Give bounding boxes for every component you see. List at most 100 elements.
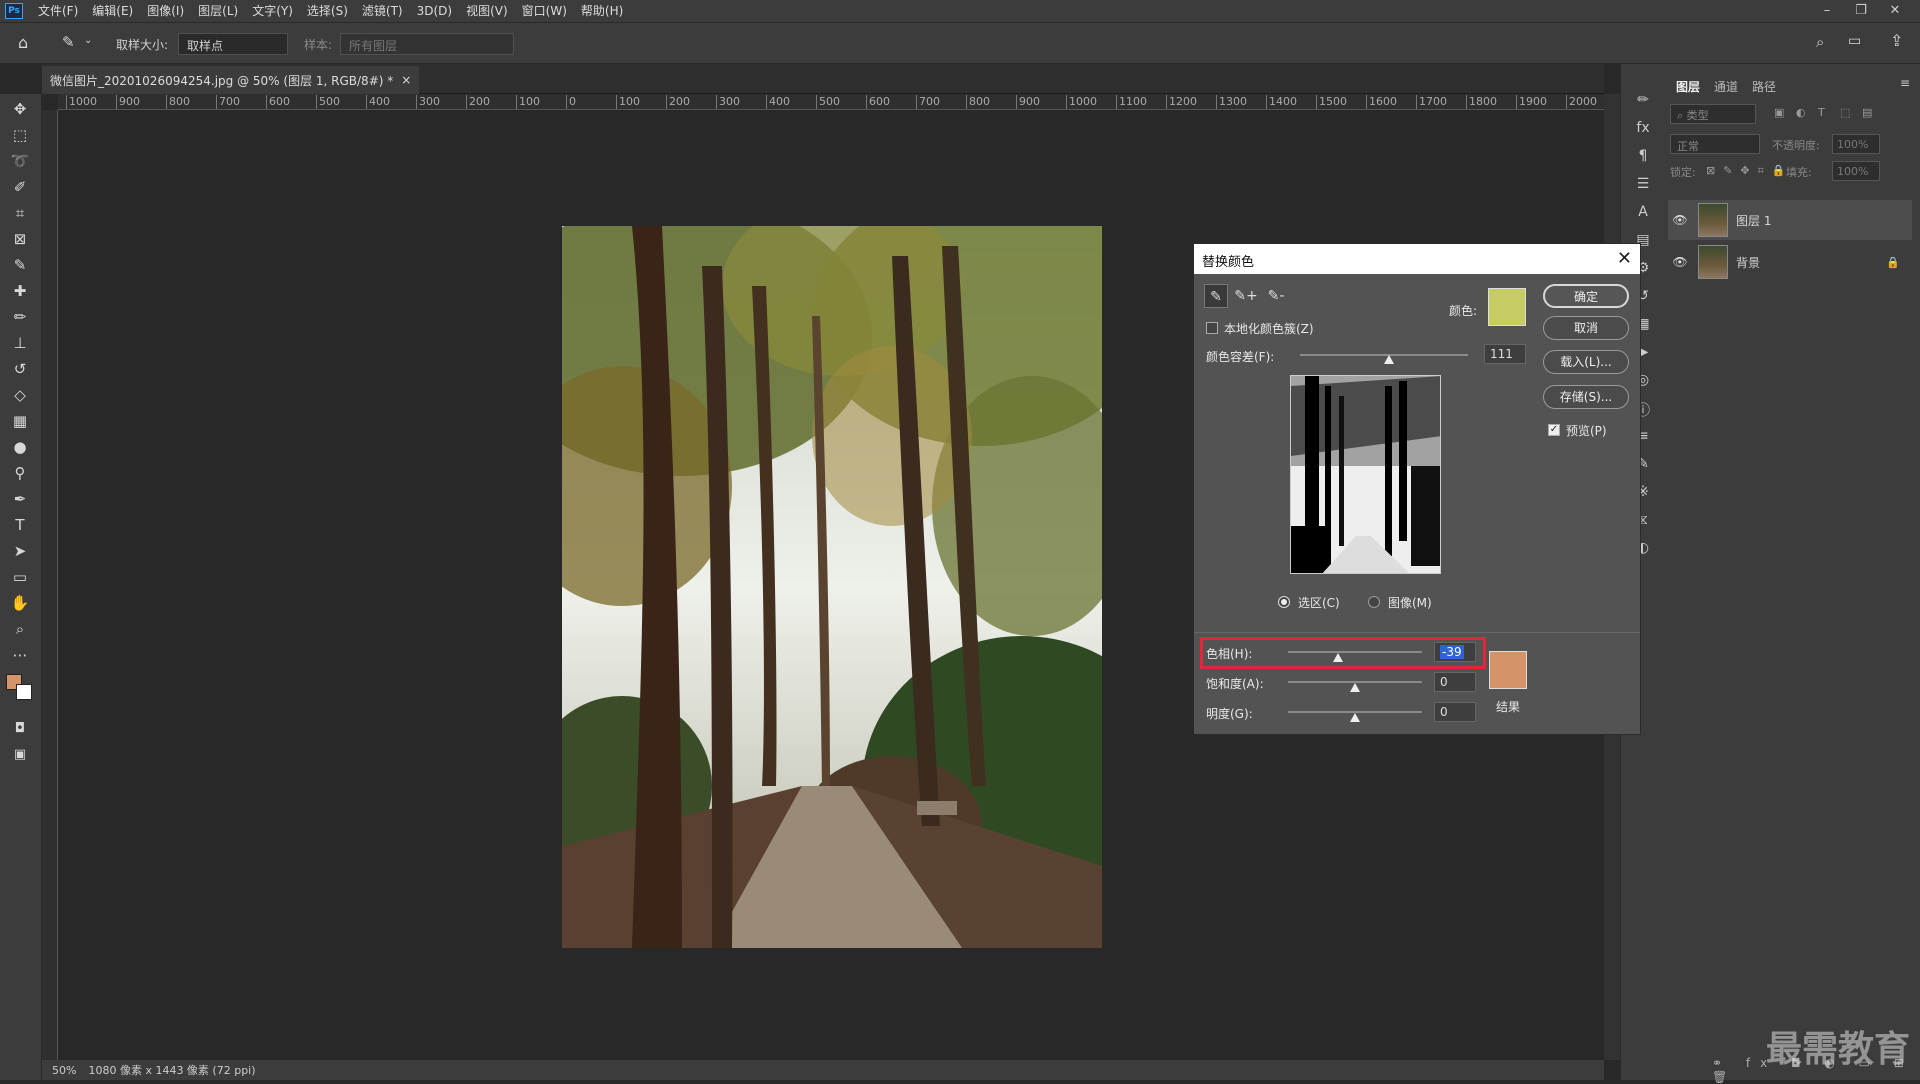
tab-layers[interactable]: 图层 — [1676, 78, 1700, 95]
filter-adjustment-icon[interactable]: ◐ — [1796, 106, 1806, 119]
layer-row-layer1[interactable]: 👁 图层 1 — [1668, 200, 1912, 240]
menu-help[interactable]: 帮助(H) — [574, 0, 630, 22]
menu-file[interactable]: 文件(F) — [31, 0, 85, 22]
tab-paths[interactable]: 路径 — [1752, 78, 1776, 95]
pen-tool-icon[interactable]: ✒ — [7, 488, 33, 510]
saturation-slider[interactable] — [1350, 683, 1360, 692]
eyedropper-icon[interactable]: ✎ — [1204, 284, 1228, 308]
eyedropper-icon[interactable]: ✎ — [7, 254, 33, 276]
fuzziness-input[interactable]: 111 — [1484, 344, 1526, 364]
more-tools-icon[interactable]: ⋯ — [7, 644, 33, 666]
layer-row-background[interactable]: 👁 背景 🔒 — [1668, 242, 1912, 282]
close-tab-icon[interactable]: × — [401, 73, 411, 87]
radio-image[interactable] — [1368, 596, 1380, 608]
move-tool-icon[interactable]: ✥ — [7, 98, 33, 120]
character-icon[interactable]: A — [1633, 204, 1653, 224]
paragraph-icon[interactable]: ¶ — [1633, 148, 1653, 168]
localized-checkbox[interactable] — [1206, 322, 1218, 334]
menu-3d[interactable]: 3D(D) — [410, 0, 459, 22]
layer-filter-input[interactable]: ⌕ 类型 — [1670, 104, 1756, 124]
eyedropper-tool-icon[interactable]: ✎ — [62, 33, 75, 51]
fill-input[interactable]: 100% — [1832, 161, 1880, 181]
home-icon[interactable]: ⌂ — [18, 33, 28, 52]
minimize-icon[interactable]: – — [1812, 0, 1842, 22]
eyedropper-add-icon[interactable]: ✎+ — [1234, 284, 1258, 308]
rectangle-tool-icon[interactable]: ▭ — [7, 566, 33, 588]
menu-select[interactable]: 选择(S) — [300, 0, 355, 22]
save-button[interactable]: 存储(S)... — [1543, 385, 1629, 409]
menu-window[interactable]: 窗口(W) — [515, 0, 574, 22]
filter-shape-icon[interactable]: ⬚ — [1840, 106, 1850, 119]
menu-type[interactable]: 文字(Y) — [245, 0, 300, 22]
close-icon[interactable]: ✕ — [1617, 248, 1632, 269]
menu-image[interactable]: 图像(I) — [140, 0, 191, 22]
quick-select-tool-icon[interactable]: ✐ — [7, 176, 33, 198]
saturation-input[interactable]: 0 — [1434, 672, 1476, 692]
eraser-tool-icon[interactable]: ◇ — [7, 384, 33, 406]
stamp-tool-icon[interactable]: ⊥ — [7, 332, 33, 354]
panel-menu-icon[interactable]: ≡ — [1900, 76, 1910, 90]
menu-view[interactable]: 视图(V) — [459, 0, 515, 22]
screen-mode-icon[interactable]: ▣ — [7, 744, 33, 766]
filter-smart-icon[interactable]: ▤ — [1862, 106, 1872, 119]
lock-options-icon[interactable]: ⊠✎✥⌗🔒 — [1706, 164, 1794, 178]
sample-size-select[interactable]: 取样点 — [178, 33, 288, 55]
path-select-icon[interactable]: ➤ — [7, 540, 33, 562]
eyedropper-subtract-icon[interactable]: ✎- — [1264, 284, 1288, 308]
lightness-input[interactable]: 0 — [1434, 702, 1476, 722]
blend-mode-select[interactable]: 正常 — [1670, 134, 1760, 154]
chevron-down-icon[interactable]: ⌄ — [84, 35, 92, 46]
brush-settings-icon[interactable]: ✏ — [1633, 92, 1653, 112]
restore-icon[interactable]: ❐ — [1846, 0, 1876, 22]
lasso-tool-icon[interactable]: ➰ — [7, 150, 33, 172]
ok-button[interactable]: 确定 — [1543, 284, 1629, 308]
menu-filter[interactable]: 滤镜(T) — [355, 0, 410, 22]
gradient-tool-icon[interactable]: ▦ — [7, 410, 33, 432]
load-button[interactable]: 载入(L)... — [1543, 350, 1629, 374]
workspace-icon[interactable]: ▭ — [1848, 33, 1861, 49]
styles-icon[interactable]: fx — [1633, 120, 1653, 140]
type-tool-icon[interactable]: T — [7, 514, 33, 536]
close-window-icon[interactable]: ✕ — [1880, 0, 1910, 22]
menu-edit[interactable]: 编辑(E) — [85, 0, 140, 22]
filter-pixel-icon[interactable]: ▣ — [1774, 106, 1784, 119]
hand-tool-icon[interactable]: ✋ — [7, 592, 33, 614]
filter-type-icon[interactable]: T — [1818, 106, 1825, 119]
result-color-swatch[interactable] — [1489, 651, 1527, 689]
ruler-tick: 1700 — [1416, 95, 1447, 109]
search-icon[interactable]: ⌕ — [1816, 33, 1824, 51]
radio-selection[interactable] — [1278, 596, 1290, 608]
hue-slider[interactable] — [1333, 653, 1343, 662]
preview-checkbox[interactable]: ✓ — [1548, 424, 1560, 436]
fuzziness-slider[interactable] — [1384, 355, 1394, 364]
lightness-slider[interactable] — [1350, 713, 1360, 722]
share-icon[interactable]: ⇪ — [1890, 31, 1903, 50]
zoom-tool-icon[interactable]: ⌕ — [7, 618, 33, 640]
hue-input[interactable]: -39 — [1434, 642, 1476, 662]
dodge-tool-icon[interactable]: ⚲ — [7, 462, 33, 484]
visibility-eye-icon[interactable]: 👁 — [1668, 213, 1692, 227]
adjustments-icon[interactable]: ☰ — [1633, 176, 1653, 196]
crop-tool-icon[interactable]: ⌗ — [7, 202, 33, 224]
marquee-tool-icon[interactable]: ⬚ — [7, 124, 33, 146]
cancel-button[interactable]: 取消 — [1543, 316, 1629, 340]
quick-mask-icon[interactable]: ◘ — [7, 718, 33, 740]
background-color-swatch[interactable] — [16, 684, 32, 700]
history-brush-icon[interactable]: ↺ — [7, 358, 33, 380]
blur-tool-icon[interactable]: ● — [7, 436, 33, 458]
hue-track[interactable] — [1288, 651, 1422, 653]
healing-tool-icon[interactable]: ✚ — [7, 280, 33, 302]
menu-layer[interactable]: 图层(L) — [191, 0, 245, 22]
visibility-eye-icon[interactable]: 👁 — [1668, 255, 1692, 269]
zoom-level[interactable]: 50% — [52, 1064, 76, 1077]
document-image[interactable] — [562, 226, 1102, 948]
document-info[interactable]: 1080 像素 x 1443 像素 (72 ppi) — [88, 1062, 255, 1078]
selected-color-swatch[interactable] — [1488, 288, 1526, 326]
brush-tool-icon[interactable]: ✏ — [7, 306, 33, 328]
sample-select[interactable]: 所有图层 — [340, 33, 514, 55]
frame-tool-icon[interactable]: ⊠ — [7, 228, 33, 250]
document-tab[interactable]: 微信图片_20201026094254.jpg @ 50% (图层 1, RGB… — [42, 66, 420, 94]
opacity-input[interactable]: 100% — [1832, 134, 1880, 154]
preview-label: 预览(P) — [1566, 424, 1607, 438]
tab-channels[interactable]: 通道 — [1714, 78, 1738, 95]
